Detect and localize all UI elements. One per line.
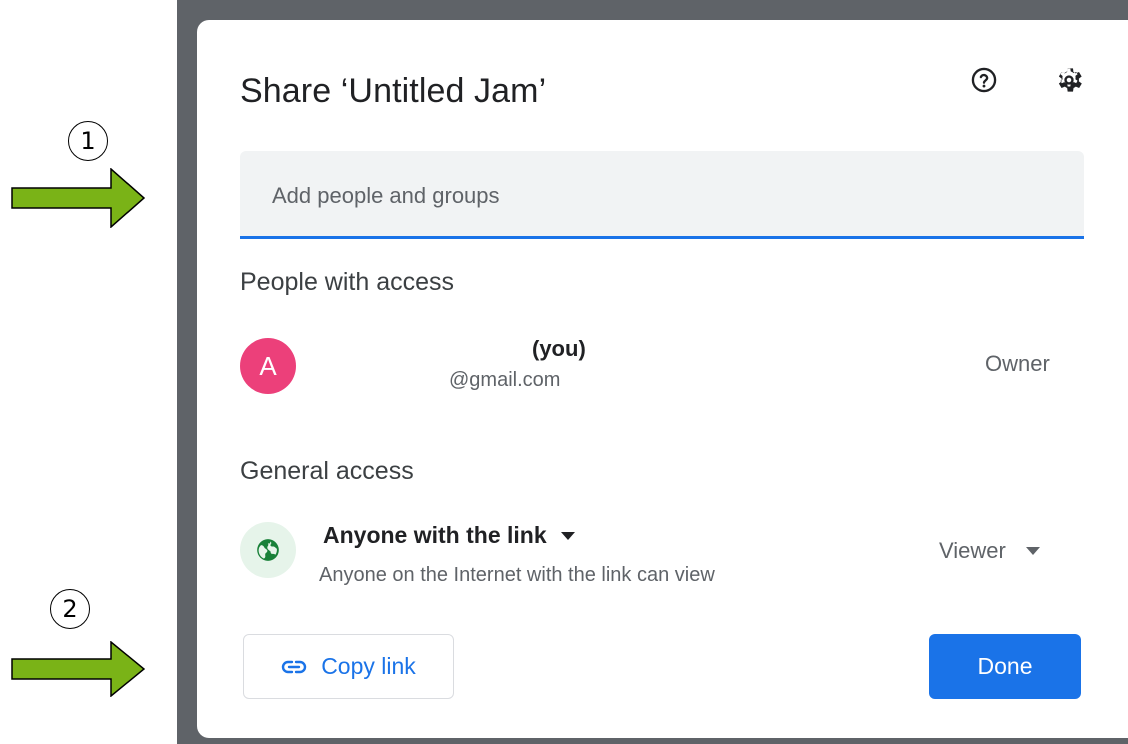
person-role: Owner: [985, 351, 1050, 376]
general-access-heading: General access: [240, 457, 414, 485]
green-arrow-icon: [11, 168, 145, 228]
globe-icon: [257, 539, 279, 561]
chevron-down-icon: [1025, 547, 1040, 555]
annotation-number: 2: [50, 589, 90, 629]
help-button[interactable]: [964, 60, 1004, 100]
role-dropdown[interactable]: Viewer: [939, 538, 1040, 564]
dialog-title: Share ‘Untitled Jam’: [240, 72, 547, 110]
role-label: Viewer: [939, 538, 1006, 563]
green-arrow-icon: [11, 641, 145, 697]
chevron-down-icon: [560, 531, 575, 540]
general-access-dropdown[interactable]: Anyone with the link: [323, 522, 575, 549]
settings-button[interactable]: [1049, 60, 1089, 100]
general-access-level: Anyone with the link: [323, 522, 547, 548]
help-circle-icon: [971, 67, 997, 93]
person-email: @gmail.com: [449, 369, 561, 391]
add-people-input[interactable]: [270, 179, 1054, 213]
share-dialog: Share ‘Untitled Jam’ People with access …: [197, 20, 1128, 738]
link-icon: [282, 660, 307, 673]
copy-link-label: Copy link: [321, 653, 416, 679]
people-with-access-heading: People with access: [240, 268, 455, 296]
copy-link-button[interactable]: Copy link: [243, 634, 454, 699]
avatar: A: [240, 338, 296, 394]
add-people-field[interactable]: [240, 151, 1084, 239]
globe-icon-badge: [240, 522, 296, 578]
annotation-number: 1: [68, 121, 108, 161]
person-name: (you): [532, 336, 586, 361]
general-access-description: Anyone on the Internet with the link can…: [319, 564, 715, 586]
gear-icon: [1058, 68, 1082, 92]
done-button[interactable]: Done: [929, 634, 1081, 699]
